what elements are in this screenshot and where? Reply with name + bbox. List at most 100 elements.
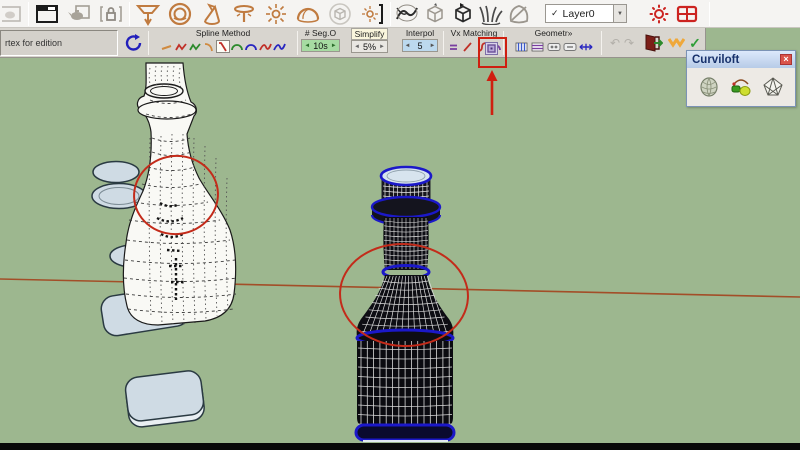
spline-corner-orange-button[interactable] <box>202 40 216 53</box>
zigzag-green-icon <box>188 42 201 50</box>
skin-top-button[interactable] <box>228 1 260 27</box>
wireframe-skin-icon <box>763 77 783 96</box>
geometry-group: Geometr» <box>505 28 602 58</box>
fredoscale-button[interactable] <box>393 1 421 27</box>
simplify-value: 5% <box>362 41 376 52</box>
segments-spinner[interactable]: ◄ 10s ► <box>301 39 340 52</box>
revert-button[interactable] <box>666 28 686 58</box>
copy-object-button[interactable] <box>63 1 95 27</box>
annotation-rectangle <box>478 37 507 68</box>
red-sun-button[interactable] <box>645 1 673 27</box>
undo-button[interactable]: ↶ <box>610 37 620 49</box>
redo-button[interactable]: ↷ <box>624 37 634 49</box>
cube-arrow-button[interactable] <box>449 1 477 27</box>
geometry-spread-button[interactable] <box>579 40 593 53</box>
reset-orientation-button[interactable] <box>121 28 147 58</box>
blend-button[interactable] <box>260 1 292 27</box>
loft-path-icon <box>731 79 751 96</box>
model-viewport[interactable] <box>0 28 800 443</box>
exit-door-icon <box>645 34 663 52</box>
simplify-group: Simplify ◄ 5% ► <box>343 28 396 58</box>
leaf-slash-icon <box>509 4 529 23</box>
layer-dropdown-arrow[interactable]: ▼ <box>613 5 626 22</box>
window-icon <box>36 4 58 23</box>
blue-circle-arrow-icon <box>125 34 142 51</box>
cube-disabled-button[interactable] <box>324 1 356 27</box>
geometry-cy-button[interactable] <box>547 40 561 53</box>
vx-equal-button[interactable] <box>446 40 460 53</box>
loft-spline-button[interactable] <box>132 1 164 27</box>
curviloft-close-button[interactable]: × <box>780 54 792 65</box>
teapot-copy-icon <box>68 4 90 20</box>
spin-right-arrow[interactable]: ► <box>331 43 337 49</box>
simplify-spinner[interactable]: ◄ 5% ► <box>351 40 388 53</box>
undo-redo-group: ↶ ↷ <box>604 28 640 58</box>
spin-left-arrow[interactable]: ◄ <box>405 43 411 49</box>
cube-gray-icon <box>329 2 351 25</box>
spline-curve-blue-button[interactable] <box>272 40 286 53</box>
spline-method-label: Spline Method <box>195 28 251 38</box>
clipped-thumbnail-icon[interactable] <box>0 1 26 27</box>
skinning-button[interactable] <box>760 74 786 100</box>
cube-outline-icon <box>427 2 443 22</box>
viewport-canvas[interactable] <box>0 28 800 443</box>
toolbar-separator <box>129 1 130 26</box>
spline-method-group: Spline Method <box>150 28 296 58</box>
segment-icon <box>161 44 172 50</box>
segments-label: # Seg.O <box>304 28 337 38</box>
layer-dropdown[interactable]: ✓ Layer0 ▼ <box>545 4 627 23</box>
loft-by-spline-button[interactable] <box>696 74 722 100</box>
zigzag-red-icon <box>174 42 187 50</box>
dome-button[interactable] <box>292 1 324 27</box>
grass-icon <box>479 5 503 25</box>
red-grid-button[interactable] <box>673 1 701 27</box>
curviloft-titlebar[interactable]: Curviloft × <box>687 51 795 68</box>
arc-green-icon <box>230 43 243 50</box>
leaf-tool-button[interactable] <box>505 1 533 27</box>
geometry-cd-button[interactable] <box>563 40 577 53</box>
group-separator <box>297 31 298 55</box>
geometry-stripes-h-button[interactable] <box>531 40 545 53</box>
lock-button[interactable] <box>95 1 127 27</box>
loft-ring-button[interactable] <box>164 1 196 27</box>
loft-along-path-button[interactable] <box>728 74 754 100</box>
boxed-option-icon <box>547 42 560 51</box>
loft-cone-button[interactable] <box>196 1 228 27</box>
light-bracket-button[interactable] <box>356 1 388 27</box>
orange-chevrons-icon <box>667 38 685 48</box>
segments-value: 10s <box>313 40 328 51</box>
vx-slash-button[interactable] <box>460 40 474 53</box>
cube-tool-button[interactable] <box>421 1 449 27</box>
geometry-stripes-v-button[interactable] <box>515 40 529 53</box>
dialog-window-button[interactable] <box>31 1 63 27</box>
fredoscale-icon <box>396 4 418 21</box>
right-bottle-mesh[interactable] <box>354 165 456 442</box>
curviloft-buttons <box>687 68 795 106</box>
simplify-label: Simplify <box>350 28 389 40</box>
spline-curve-red-button[interactable] <box>258 40 272 53</box>
status-text: rtex for edition <box>0 30 118 56</box>
spline-polyline-red-button[interactable] <box>174 40 188 53</box>
toolbar-separator <box>390 1 391 26</box>
spline-polyline-green-button[interactable] <box>188 40 202 53</box>
grass-tool-button[interactable] <box>477 1 505 27</box>
boxed-option-icon <box>563 42 576 51</box>
loft-funnel-icon <box>135 4 161 26</box>
spin-right-arrow[interactable]: ► <box>430 43 436 49</box>
corner-red-icon <box>219 41 227 51</box>
spline-arc-blue-button[interactable] <box>244 40 258 53</box>
spin-right-arrow[interactable]: ► <box>379 44 385 50</box>
scurve-blue-icon <box>272 43 286 50</box>
curviloft-panel: Curviloft × <box>686 50 796 107</box>
spline-corner-red-button-selected[interactable] <box>216 40 230 53</box>
framed-teapot-icon <box>2 5 21 22</box>
spin-left-arrow[interactable]: ◄ <box>304 43 310 49</box>
exit-button[interactable] <box>641 28 665 58</box>
interpol-spinner[interactable]: ◄ 5 ► <box>401 39 439 52</box>
spline-linear-button[interactable] <box>160 40 174 53</box>
group-separator <box>601 31 602 55</box>
spin-left-arrow[interactable]: ◄ <box>354 44 360 50</box>
dome-icon <box>296 7 320 23</box>
red-grid-icon <box>676 5 698 22</box>
spline-arc-green-button[interactable] <box>230 40 244 53</box>
